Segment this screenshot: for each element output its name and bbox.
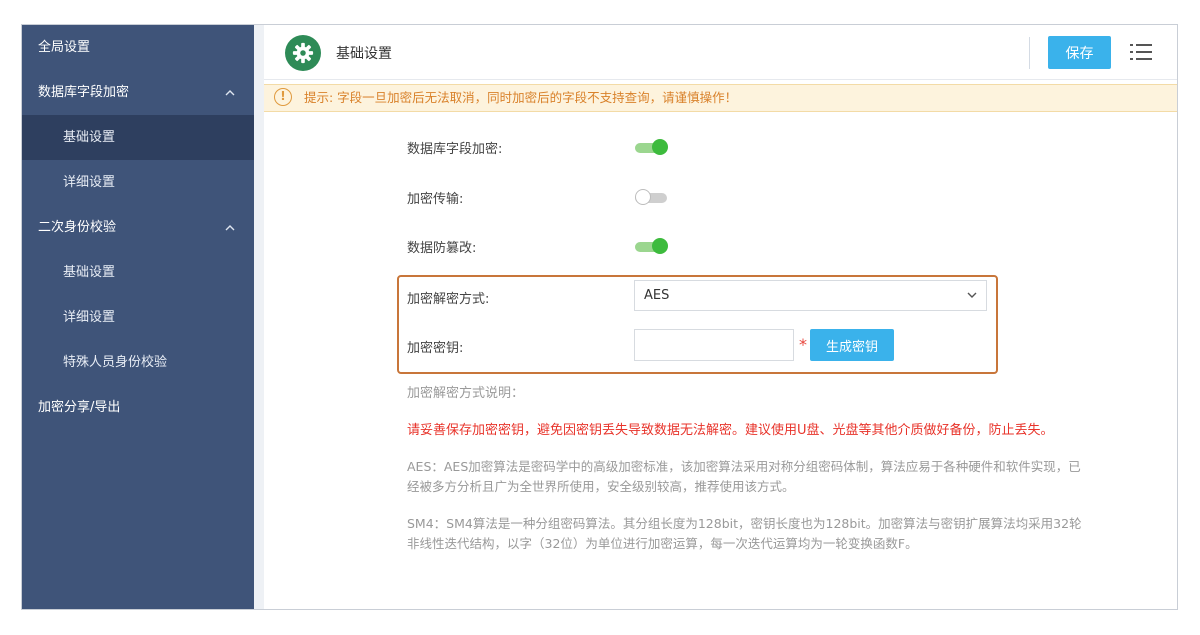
sidebar: 全局设置 数据库字段加密 基础设置 详细设置 二次身份校验 基础设置 详细设置 … <box>22 25 254 609</box>
sidebar-item-label: 数据库字段加密 <box>38 85 130 100</box>
key-warning-text: 请妥善保存加密密钥，避免因密钥丢失导致数据无法解密。建议使用U盘、光盘等其他介质… <box>407 423 1054 438</box>
required-mark: * <box>799 335 807 354</box>
generate-key-button[interactable]: 生成密钥 <box>810 329 894 361</box>
page-title: 基础设置 <box>336 46 392 62</box>
page-header: 基础设置 保存 <box>264 25 1177 80</box>
sidebar-item-label: 详细设置 <box>63 310 116 325</box>
app-window: 全局设置 数据库字段加密 基础设置 详细设置 二次身份校验 基础设置 详细设置 … <box>21 24 1178 610</box>
sm4-description: SM4：SM4算法是一种分组密码算法。其分组长度为128bit，密钥长度也为12… <box>407 516 1082 551</box>
sidebar-item-label: 加密分享/导出 <box>38 400 121 415</box>
select-value: AES <box>644 288 670 303</box>
save-button[interactable]: 保存 <box>1048 36 1111 69</box>
sidebar-item-global-settings[interactable]: 全局设置 <box>22 25 254 70</box>
header-divider <box>1029 37 1030 69</box>
main-content: 基础设置 保存 ! 提示: 字段一旦加密后无法取消，同时加密后的字段不支持查询，… <box>264 25 1177 609</box>
sidebar-item-label: 二次身份校验 <box>38 220 117 235</box>
transfer-encrypt-toggle[interactable] <box>635 189 669 205</box>
list-menu-icon[interactable] <box>1130 42 1152 62</box>
sidebar-item-auth-basic-settings[interactable]: 基础设置 <box>22 250 254 295</box>
warning-notice: ! 提示: 字段一旦加密后无法取消，同时加密后的字段不支持查询，请谨慎操作！ <box>264 84 1177 112</box>
sidebar-item-detail-settings[interactable]: 详细设置 <box>22 160 254 205</box>
chevron-down-icon <box>967 292 977 298</box>
sidebar-item-label: 全局设置 <box>38 40 91 55</box>
key-label: 加密密钥: <box>407 341 464 356</box>
gear-icon <box>285 35 321 71</box>
sidebar-item-auth-detail-settings[interactable]: 详细设置 <box>22 295 254 340</box>
sidebar-item-second-auth[interactable]: 二次身份校验 <box>22 205 254 250</box>
encryption-method-select[interactable]: AES <box>634 280 987 311</box>
exclamation-circle-icon: ! <box>274 88 292 106</box>
sidebar-item-label: 特殊人员身份校验 <box>63 355 168 370</box>
sidebar-item-label: 详细设置 <box>63 175 116 190</box>
db-encrypt-toggle[interactable] <box>635 139 669 155</box>
chevron-up-icon <box>225 90 235 96</box>
db-encrypt-label: 数据库字段加密: <box>407 142 503 157</box>
chevron-up-icon <box>225 225 235 231</box>
aes-description: AES：AES加密算法是密码学中的高级加密标准，该加密算法采用对称分组密码体制，… <box>407 459 1081 494</box>
method-label: 加密解密方式: <box>407 292 490 307</box>
sidebar-item-basic-settings[interactable]: 基础设置 <box>22 115 254 160</box>
transfer-encrypt-label: 加密传输: <box>407 192 464 207</box>
sidebar-item-db-field-encryption[interactable]: 数据库字段加密 <box>22 70 254 115</box>
sidebar-item-special-user-auth[interactable]: 特殊人员身份校验 <box>22 340 254 385</box>
sidebar-item-label: 基础设置 <box>63 265 116 280</box>
sidebar-item-encrypted-share-export[interactable]: 加密分享/导出 <box>22 385 254 430</box>
sidebar-item-label: 基础设置 <box>63 130 116 145</box>
tamper-proof-toggle[interactable] <box>635 238 669 254</box>
sidebar-divider <box>254 25 264 609</box>
encryption-key-input[interactable] <box>634 329 794 361</box>
tamper-proof-label: 数据防篡改: <box>407 241 477 256</box>
method-description-title: 加密解密方式说明： <box>407 386 525 401</box>
notice-text: 提示: 字段一旦加密后无法取消，同时加密后的字段不支持查询，请谨慎操作！ <box>304 90 738 105</box>
